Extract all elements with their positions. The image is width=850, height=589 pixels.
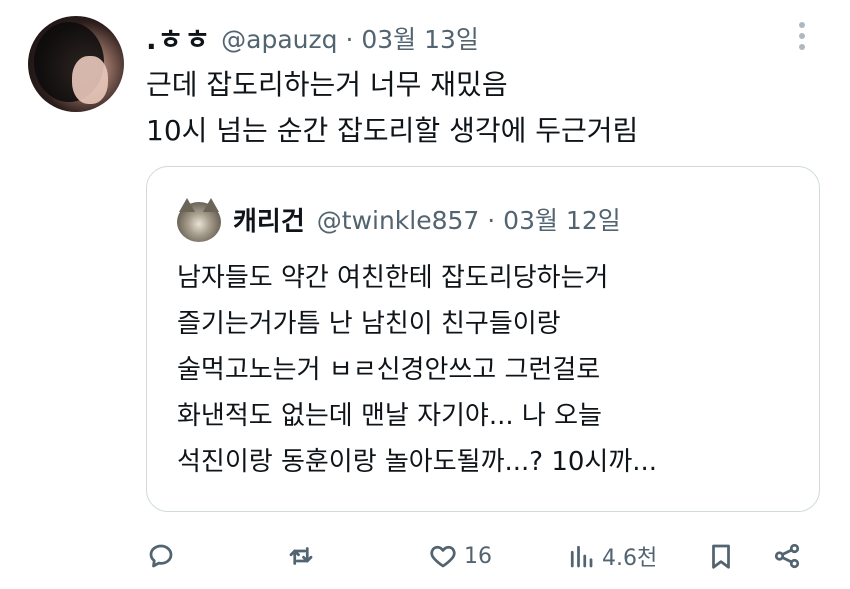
- bookmark-icon: [712, 544, 730, 569]
- reply-button[interactable]: [146, 534, 176, 578]
- action-bar: 16 4.6천: [146, 534, 810, 578]
- retweet-icon: [289, 547, 313, 565]
- quote-meta: @twinkle857 · 03월 12일: [316, 206, 621, 235]
- views-count: 4.6천: [602, 546, 658, 571]
- author-meta[interactable]: @apauzq · 03월 13일: [221, 20, 479, 56]
- quote-text: 남자들도 약간 여친한테 잡도리당하는거 즐기는거가틈 난 남친이 친구들이랑 …: [177, 255, 797, 485]
- like-button[interactable]: 16: [428, 534, 492, 578]
- tweet-text: 근데 잡도리하는거 너무 재밌음 10시 넘는 순간 잡도리할 생각에 두근거림: [146, 62, 806, 154]
- tweet-line: 근데 잡도리하는거 너무 재밌음: [146, 68, 508, 101]
- quote-header: 캐리건 @twinkle857 · 03월 12일: [233, 199, 621, 239]
- share-button[interactable]: [772, 534, 802, 578]
- retweet-button[interactable]: [286, 534, 316, 578]
- quote-line: 남자들도 약간 여친한테 잡도리당하는거: [177, 263, 609, 293]
- quote-line: 술먹고노는거 ㅂㄹ신경안쓰고 그런걸로: [177, 355, 601, 385]
- like-count: 16: [464, 543, 492, 569]
- quote-line: 석진이랑 동훈이랑 놀아도될까...? 10시까...: [177, 447, 658, 477]
- views-icon: [570, 545, 593, 568]
- tweet-line: 10시 넘는 순간 잡도리할 생각에 두근거림: [146, 114, 639, 147]
- quoted-tweet[interactable]: 캐리건 @twinkle857 · 03월 12일 남자들도 약간 여친한테 잡…: [146, 166, 820, 512]
- reply-icon: [149, 544, 173, 568]
- views-button[interactable]: 4.6천: [566, 534, 657, 578]
- more-dot: [799, 33, 805, 39]
- tweet-header: .ㅎㅎ @apauzq · 03월 13일: [146, 18, 479, 58]
- share-icon: [774, 543, 800, 569]
- quote-line: 화낸적도 없는데 맨날 자기야... 나 오늘: [177, 401, 602, 431]
- quote-avatar[interactable]: [177, 198, 221, 242]
- author-avatar[interactable]: [28, 16, 124, 112]
- author-display-name[interactable]: .ㅎㅎ: [146, 18, 211, 58]
- avatar-skin: [72, 56, 108, 104]
- more-options-icon[interactable]: [794, 22, 810, 56]
- more-dot: [799, 44, 805, 50]
- bookmark-button[interactable]: [706, 534, 736, 578]
- quote-line: 즐기는거가틈 난 남친이 친구들이랑: [177, 309, 561, 339]
- more-dot: [799, 22, 805, 28]
- heart-icon: [430, 545, 456, 568]
- quote-display-name: 캐리건: [233, 206, 305, 237]
